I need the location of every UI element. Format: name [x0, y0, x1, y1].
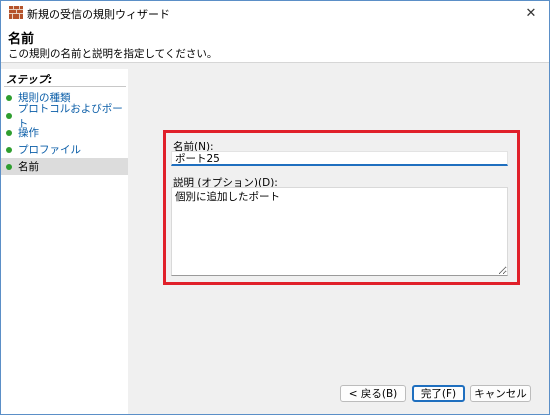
description-field[interactable]: 個別に追加したポート: [171, 187, 508, 276]
close-icon: ✕: [525, 5, 537, 21]
step-complete-icon: [6, 94, 12, 101]
steps-heading: ステップ:: [6, 74, 53, 86]
finish-button[interactable]: 完了(F): [412, 385, 465, 402]
step-protocol-port[interactable]: プロトコルおよびポート: [1, 103, 128, 130]
step-profile[interactable]: プロファイル: [1, 141, 128, 158]
steps-sidebar: ステップ: 規則の種類 プロトコルおよびポート 操作 プロファイル 名前: [1, 69, 128, 414]
step-current-icon: [6, 163, 12, 170]
window-title: 新規の受信の規則ウィザード: [27, 8, 170, 21]
step-label: 名前: [18, 161, 39, 173]
firewall-icon: [9, 6, 23, 19]
cancel-button[interactable]: キャンセル: [470, 385, 531, 402]
close-button[interactable]: ✕: [513, 1, 549, 25]
wizard-window: 新規の受信の規則ウィザード ✕ 名前 この規則の名前と説明を指定してください。 …: [0, 0, 550, 415]
page-title: 名前: [8, 32, 35, 47]
wizard-header: 名前 この規則の名前と説明を指定してください。: [1, 25, 549, 63]
step-label: 操作: [18, 127, 39, 139]
step-complete-icon: [6, 112, 12, 119]
step-complete-icon: [6, 146, 12, 153]
page-subtitle: この規則の名前と説明を指定してください。: [8, 48, 218, 60]
step-action[interactable]: 操作: [1, 124, 128, 141]
step-label: プロファイル: [18, 144, 81, 156]
step-complete-icon: [6, 129, 12, 136]
steps-divider: [4, 86, 126, 87]
back-button[interactable]: < 戻る(B): [340, 385, 406, 402]
name-field[interactable]: [171, 151, 508, 166]
title-bar: 新規の受信の規則ウィザード ✕: [1, 1, 549, 25]
step-name: 名前: [1, 158, 128, 175]
